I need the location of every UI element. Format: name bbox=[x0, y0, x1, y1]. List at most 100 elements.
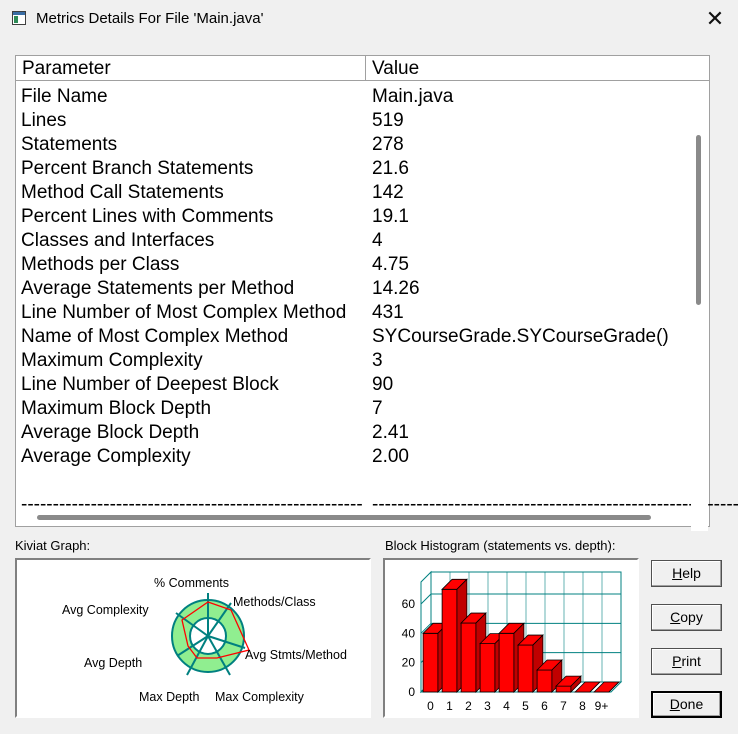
done-button-accel: D bbox=[669, 696, 680, 712]
y-tick-label: 40 bbox=[402, 626, 416, 640]
table-row[interactable] bbox=[16, 469, 691, 493]
histogram-bar-front bbox=[422, 632, 439, 693]
parameter-cell: Maximum Complexity bbox=[21, 350, 203, 371]
histogram-panel: 0 20 40 60 0 1 2 3 4 5 6 7 8 9+ bbox=[383, 558, 639, 718]
histogram-bar-front bbox=[479, 643, 496, 693]
kiviat-axis-avg-stmts: Avg Stmts/Method bbox=[245, 648, 347, 662]
x-tick-label: 3 bbox=[484, 699, 491, 713]
table-row[interactable]: Methods per Class 4.75 bbox=[16, 253, 691, 277]
table-row[interactable]: Average Complexity 2.00 bbox=[16, 445, 691, 469]
histogram-bar-front bbox=[460, 622, 477, 693]
kiviat-axis-max-complexity: Max Complexity bbox=[215, 690, 304, 704]
parameter-cell: Line Number of Deepest Block bbox=[21, 374, 279, 395]
kiviat-axis-methods-class: Methods/Class bbox=[233, 595, 316, 609]
column-header-value[interactable]: Value bbox=[366, 56, 709, 81]
parameter-cell: Name of Most Complex Method bbox=[21, 326, 289, 347]
column-header-parameter[interactable]: Parameter bbox=[16, 56, 366, 81]
app-icon bbox=[12, 11, 26, 25]
parameter-cell: Average Complexity bbox=[21, 446, 191, 467]
value-cell: SYCourseGrade.SYCourseGrade() bbox=[372, 326, 669, 347]
kiviat-axis-avg-complexity: Avg Complexity bbox=[62, 603, 149, 617]
table-row[interactable]: Percent Branch Statements 21.6 bbox=[16, 157, 691, 181]
done-button-label: one bbox=[679, 696, 704, 712]
parameter-cell: Average Statements per Method bbox=[21, 278, 295, 299]
kiviat-panel: % Comments Methods/Class Avg Stmts/Metho… bbox=[15, 558, 371, 718]
table-row[interactable]: Maximum Complexity 3 bbox=[16, 349, 691, 373]
parameter-cell: Method Call Statements bbox=[21, 182, 224, 203]
y-tick-label: 60 bbox=[402, 597, 416, 611]
x-tick-label: 2 bbox=[465, 699, 472, 713]
table-row[interactable]: Line Number of Most Complex Method 431 bbox=[16, 301, 691, 325]
parameter-cell: Classes and Interfaces bbox=[21, 230, 215, 251]
value-cell: 142 bbox=[372, 182, 404, 203]
value-cell: 90 bbox=[372, 374, 394, 395]
value-cell: 4.75 bbox=[372, 254, 409, 275]
parameter-cell: Line Number of Most Complex Method bbox=[21, 302, 347, 323]
table-row[interactable]: Method Call Statements 142 bbox=[16, 181, 691, 205]
list-header: Parameter Value bbox=[16, 56, 709, 83]
parameter-cell: Percent Lines with Comments bbox=[21, 206, 274, 227]
horizontal-scroll-thumb[interactable] bbox=[37, 515, 651, 520]
x-tick-label: 7 bbox=[560, 699, 567, 713]
table-row[interactable]: File Name Main.java bbox=[16, 85, 691, 109]
y-tick-label: 0 bbox=[408, 685, 415, 699]
y-tick-label: 20 bbox=[402, 656, 416, 670]
value-cell: 519 bbox=[372, 110, 404, 131]
x-tick-label: 0 bbox=[427, 699, 434, 713]
x-tick-label: 1 bbox=[446, 699, 453, 713]
value-cell: 14.26 bbox=[372, 278, 420, 299]
histogram-bar-front bbox=[441, 588, 458, 693]
parameter-cell: Statements bbox=[21, 134, 118, 155]
table-row[interactable]: Average Statements per Method 14.26 bbox=[16, 277, 691, 301]
kiviat-axis-avg-depth: Avg Depth bbox=[84, 656, 143, 670]
print-button[interactable]: Print bbox=[651, 648, 722, 675]
kiviat-axis-comments: % Comments bbox=[154, 576, 230, 590]
value-cell: 21.6 bbox=[372, 158, 409, 179]
histogram-bar-front bbox=[555, 685, 572, 693]
help-button-label: elp bbox=[682, 565, 701, 581]
parameter-cell: Percent Branch Statements bbox=[21, 158, 254, 179]
table-row[interactable]: Line Number of Deepest Block 90 bbox=[16, 373, 691, 397]
print-button-label: rint bbox=[681, 653, 701, 669]
copy-button[interactable]: Copy bbox=[651, 604, 722, 631]
title-bar: Metrics Details For File 'Main.java' ✕ bbox=[0, 0, 738, 40]
table-row[interactable]: Name of Most Complex Method SYCourseGrade… bbox=[16, 325, 691, 349]
value-cell: 19.1 bbox=[372, 206, 409, 227]
value-cell: 7 bbox=[372, 398, 383, 419]
metrics-list[interactable]: Parameter Value File Name Main.java Lines 5… bbox=[15, 55, 738, 531]
value-cell: 431 bbox=[372, 302, 404, 323]
x-tick-label: 8 bbox=[579, 699, 586, 713]
parameter-cell: Methods per Class bbox=[21, 254, 180, 275]
copy-button-accel: C bbox=[670, 609, 681, 625]
help-button[interactable]: Help bbox=[651, 560, 722, 587]
value-cell: 2.00 bbox=[372, 446, 409, 467]
vertical-scroll-thumb[interactable] bbox=[696, 135, 701, 305]
x-tick-label: 5 bbox=[522, 699, 529, 713]
parameter-cell: Lines bbox=[21, 110, 67, 131]
table-row[interactable]: Average Block Depth 2.41 bbox=[16, 421, 691, 445]
copy-button-label: opy bbox=[680, 609, 703, 625]
histogram-bar-front bbox=[498, 632, 515, 693]
histogram-bar-front bbox=[536, 669, 553, 693]
window-title: Metrics Details For File 'Main.java' bbox=[36, 10, 264, 27]
vertical-scrollbar[interactable] bbox=[691, 83, 708, 531]
parameter-cell: Average Block Depth bbox=[21, 422, 200, 443]
value-cell: Main.java bbox=[372, 86, 454, 107]
table-row[interactable]: Statements 278 bbox=[16, 133, 691, 157]
table-row[interactable]: Classes and Interfaces 4 bbox=[16, 229, 691, 253]
table-row[interactable]: Maximum Block Depth 7 bbox=[16, 397, 691, 421]
close-icon[interactable]: ✕ bbox=[692, 0, 738, 38]
parameter-cell: Maximum Block Depth bbox=[21, 398, 212, 419]
help-button-accel: H bbox=[672, 565, 683, 581]
value-cell: 278 bbox=[372, 134, 404, 155]
x-tick-label: 6 bbox=[541, 699, 548, 713]
histogram-bar-front bbox=[517, 644, 534, 693]
table-row[interactable]: Lines 519 bbox=[16, 109, 691, 133]
done-button[interactable]: Done bbox=[651, 691, 722, 718]
kiviat-axis-max-depth: Max Depth bbox=[139, 690, 200, 704]
block-histogram: 02040600 1 2 3 4 5 6 7 8 9+ bbox=[402, 570, 623, 713]
value-cell: 4 bbox=[372, 230, 383, 251]
table-row[interactable]: Percent Lines with Comments 19.1 bbox=[16, 205, 691, 229]
horizontal-scrollbar[interactable] bbox=[16, 509, 709, 526]
list-rows: File Name Main.java Lines 519 Statements 278 P… bbox=[16, 85, 738, 517]
